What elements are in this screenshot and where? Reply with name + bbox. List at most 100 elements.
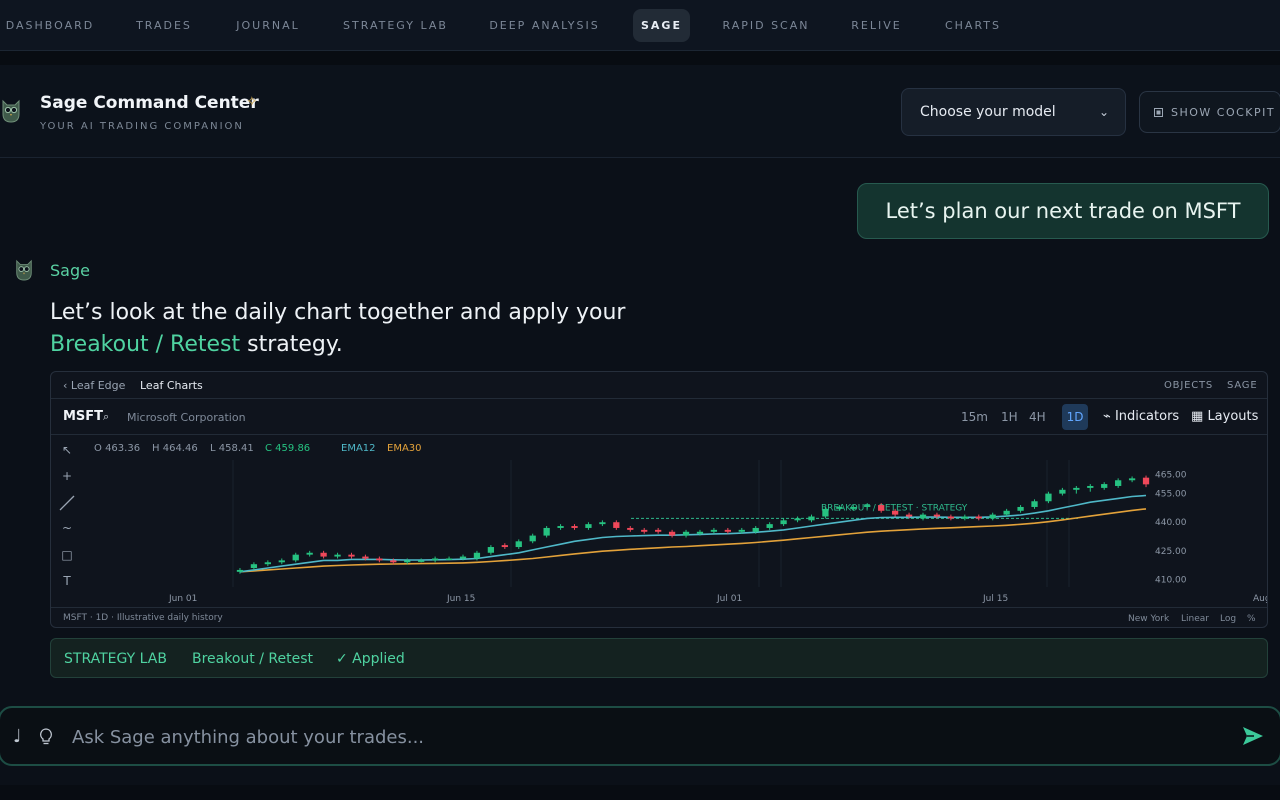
timeframe-1h[interactable]: 1H [1001,410,1018,424]
nav-sage[interactable]: SAGE [633,9,690,42]
indicators-button[interactable]: ⌁ Indicators [1103,409,1179,424]
candle-body [348,554,355,557]
show-cockpit-button[interactable]: SHOW COCKPIT [1139,91,1280,133]
candle-body [445,558,453,560]
lightbulb-icon[interactable] [38,728,54,746]
owl-logo-icon [2,99,20,123]
candle-body [585,524,592,528]
nav-dashboard[interactable]: DASHBOARD [0,9,100,42]
candle-body [989,514,996,519]
candle-body [1101,484,1108,488]
layouts-button[interactable]: ▦ Layouts [1191,409,1258,424]
y-tick-label: 455.00 [1155,490,1187,500]
nav-deep-analysis[interactable]: DEEP ANALYSIS [481,9,608,42]
ema12-line [239,494,1147,573]
cockpit-icon [1154,107,1163,117]
model-select[interactable]: Choose your model ⌄ [901,88,1126,136]
strategy-applied-bar: STRATEGY LAB Breakout / Retest ✓ Applied [50,638,1268,678]
y-tick-label: 410.00 [1155,575,1187,585]
candle-body [557,526,564,528]
drawing-toolbar: ↖ + ~ □ T [51,435,83,607]
nav-charts[interactable]: CHARTS [935,9,1011,42]
x-tick-label: Jun 01 [168,594,197,604]
symbol-label[interactable]: MSFT [63,409,103,424]
chevron-down-icon: ⌄ [1098,105,1109,119]
timezone-label[interactable]: New York [1128,614,1169,624]
trendline-tool-icon[interactable] [59,495,75,511]
candle-body [1128,478,1136,481]
cursor-tool-icon[interactable]: ↖ [59,443,75,459]
x-tick-label: Jul 01 [716,594,742,604]
text-tool-icon[interactable]: T [59,574,75,590]
candle-body [850,506,857,509]
candle-body [822,508,829,517]
linear-scale-toggle[interactable]: Linear [1181,614,1209,624]
user-message-bubble: Let’s plan our next trade on MSFT [857,183,1269,239]
percent-scale-toggle[interactable]: % [1247,614,1256,624]
page-subtitle: YOUR AI TRADING COMPANION [40,121,244,132]
sage-button[interactable]: SAGE [1227,380,1257,391]
candle-body [334,554,341,557]
candle-body [919,514,927,519]
y-tick-label: 425.00 [1155,547,1187,557]
sparkle-icon: ✧ [246,94,258,110]
assistant-message-line1: Let’s look at the daily chart together a… [50,300,626,325]
candle-body [710,529,718,532]
candle-body [947,516,955,519]
top-nav: DASHBOARD TRADES JOURNAL STRATEGY LAB DE… [0,0,1280,51]
sage-avatar-icon [16,259,32,281]
fib-tool-icon[interactable]: ~ [59,521,75,537]
candle-body [431,558,439,561]
candle-body [738,529,745,532]
crosshair-tool-icon[interactable]: + [59,469,75,485]
candle-body [668,531,676,536]
layouts-icon: ▦ [1191,409,1204,424]
back-link[interactable]: ‹ Leaf Edge [63,379,125,392]
timeframe-15m[interactable]: 15m [961,410,988,424]
chart-header: MSFT ⌕ Microsoft Corporation 15m 1H 4H 1… [51,399,1267,435]
x-tick-label: Jun 15 [446,594,475,604]
candle-body [459,556,467,559]
log-scale-toggle[interactable]: Log [1220,614,1236,624]
show-cockpit-label: SHOW COCKPIT [1171,105,1276,119]
x-tick-label: Aug 03 [1253,594,1268,604]
layouts-label: Layouts [1207,409,1259,424]
page-title: Sage Command Center [40,93,259,113]
candle-body [641,529,648,532]
candle-body [752,527,759,532]
candle-body [808,516,815,521]
nav-trades[interactable]: TRADES [124,9,204,42]
candle-body [1017,506,1024,511]
candle-body [1045,493,1052,502]
nav-rapid-scan[interactable]: RAPID SCAN [713,9,819,42]
chart-footer-caption: MSFT · 1D · Illustrative daily history [63,613,223,623]
candle-body [766,524,773,528]
nav-relive[interactable]: RELIVE [842,9,911,42]
candle-body [696,531,704,534]
strategy-highlight[interactable]: Breakout / Retest [50,332,240,357]
timeframe-4h[interactable]: 4H [1029,410,1046,424]
send-icon[interactable] [1242,726,1264,746]
breadcrumb: Leaf Charts [140,379,203,392]
timeframe-1d[interactable]: 1D [1062,404,1088,430]
chat-input[interactable] [72,724,1172,750]
nav-journal[interactable]: JOURNAL [226,9,310,42]
assistant-message-tail: strategy. [240,332,343,357]
candle-body [613,522,620,528]
candle-body [571,526,578,528]
search-icon[interactable]: ⌕ [103,410,109,424]
candle-body [250,564,258,569]
y-tick-label: 465.00 [1155,471,1187,481]
candle-body [390,560,397,563]
objects-button[interactable]: OBJECTS [1164,380,1213,391]
music-note-icon[interactable]: ♩ [13,726,22,747]
strategy-name[interactable]: Breakout / Retest [192,651,313,667]
candle-body [529,535,536,542]
nav-divider [0,51,1280,65]
nav-strategy-lab[interactable]: STRATEGY LAB [333,9,458,42]
price-chart[interactable]: BREAKOUT / RETEST · STRATEGY410.00425.00… [83,435,1268,607]
candle-body [1003,510,1010,515]
candle-body [264,562,271,565]
chat-input-bar: ♩ [0,706,1280,766]
rectangle-tool-icon[interactable]: □ [59,548,75,564]
